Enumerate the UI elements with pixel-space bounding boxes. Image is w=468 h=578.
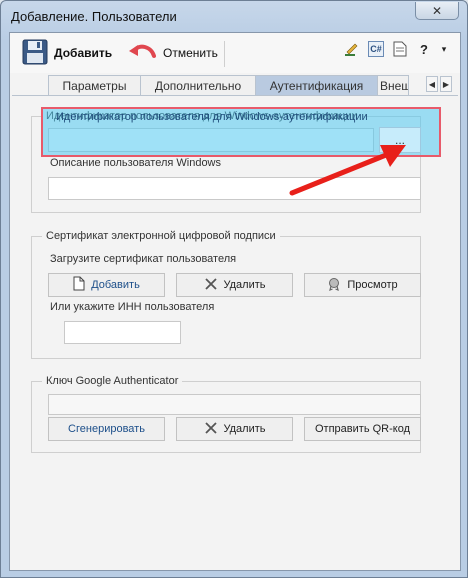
chevron-right-icon: ▶	[442, 79, 450, 89]
tab-strip: Параметры Дополнительно Аутентификация В…	[48, 75, 409, 95]
add-certificate-label: Добавить	[91, 279, 140, 291]
windows-description-label: Описание пользователя Windows	[50, 157, 222, 169]
tab-label: Аутентификация	[269, 78, 364, 93]
csharp-icon[interactable]: C#	[368, 41, 384, 57]
toolbar-right-icons: C# ? ▾	[344, 41, 448, 57]
close-button[interactable]: ✕	[415, 2, 459, 20]
load-certificate-label: Загрузите сертификат пользователя	[50, 253, 237, 265]
tab-external[interactable]: Внешн	[377, 75, 409, 95]
cancel-button-label: Отменить	[163, 46, 218, 60]
title-bar[interactable]: Добавление. Пользователи ✕	[1, 1, 467, 31]
tab-label: Параметры	[62, 78, 127, 93]
delete-x-icon	[204, 421, 218, 438]
tab-parameters[interactable]: Параметры	[48, 75, 141, 95]
delete-certificate-button[interactable]: Удалить	[176, 273, 293, 297]
view-certificate-button[interactable]: Просмотр	[304, 273, 421, 297]
send-qr-label: Отправить QR-код	[315, 423, 410, 435]
delete-certificate-label: Удалить	[223, 279, 266, 291]
window-title: Добавление. Пользователи	[11, 9, 177, 24]
tab-authentication[interactable]: Аутентификация	[255, 75, 378, 95]
toolbar-separator	[224, 41, 225, 67]
floppy-disk-icon	[22, 39, 48, 68]
chevron-down-icon[interactable]: ▾	[440, 41, 448, 57]
google-authenticator-group-title: Ключ Google Authenticator	[42, 375, 183, 387]
send-qr-button[interactable]: Отправить QR-код	[304, 417, 421, 441]
red-arrow-icon	[289, 145, 406, 196]
help-icon[interactable]: ?	[416, 41, 432, 57]
chevron-left-icon: ◀	[428, 79, 436, 89]
edit-icon[interactable]	[344, 41, 360, 57]
delete-key-button[interactable]: Удалить	[176, 417, 293, 441]
add-certificate-button[interactable]: Добавить	[48, 273, 165, 297]
tab-scroll-left-button[interactable]: ◀	[426, 76, 438, 92]
inn-field[interactable]	[64, 321, 181, 344]
dialog-window: Добавление. Пользователи ✕ Добавить Отме…	[0, 0, 468, 578]
certificate-seal-icon	[327, 277, 341, 294]
tab-additional[interactable]: Дополнительно	[140, 75, 256, 95]
add-button-label: Добавить	[54, 46, 113, 60]
certificate-group-title: Сертификат электронной цифровой подписи	[42, 230, 280, 242]
generate-button[interactable]: Сгенерировать	[48, 417, 165, 441]
undo-arrow-icon	[127, 42, 157, 65]
generate-button-label: Сгенерировать	[68, 423, 145, 435]
toolbar: Добавить Отменить C# ? ▾	[10, 33, 460, 73]
delete-key-label: Удалить	[223, 423, 266, 435]
delete-x-icon	[204, 277, 218, 294]
document-icon[interactable]	[392, 41, 408, 57]
tab-scroll-right-button[interactable]: ▶	[440, 76, 452, 92]
add-button[interactable]: Добавить	[22, 39, 112, 67]
cancel-button[interactable]: Отменить	[127, 39, 218, 67]
highlighted-group-title: Идентификатор пользователя для Windows-а…	[56, 111, 368, 123]
inn-label: Или укажите ИНН пользователя	[50, 301, 215, 313]
close-icon: ✕	[431, 3, 443, 18]
google-key-field[interactable]	[48, 394, 421, 415]
tab-label: Внешн	[380, 78, 408, 93]
new-document-icon	[73, 276, 85, 294]
tab-label: Дополнительно	[154, 78, 242, 93]
view-certificate-label: Просмотр	[347, 279, 398, 291]
